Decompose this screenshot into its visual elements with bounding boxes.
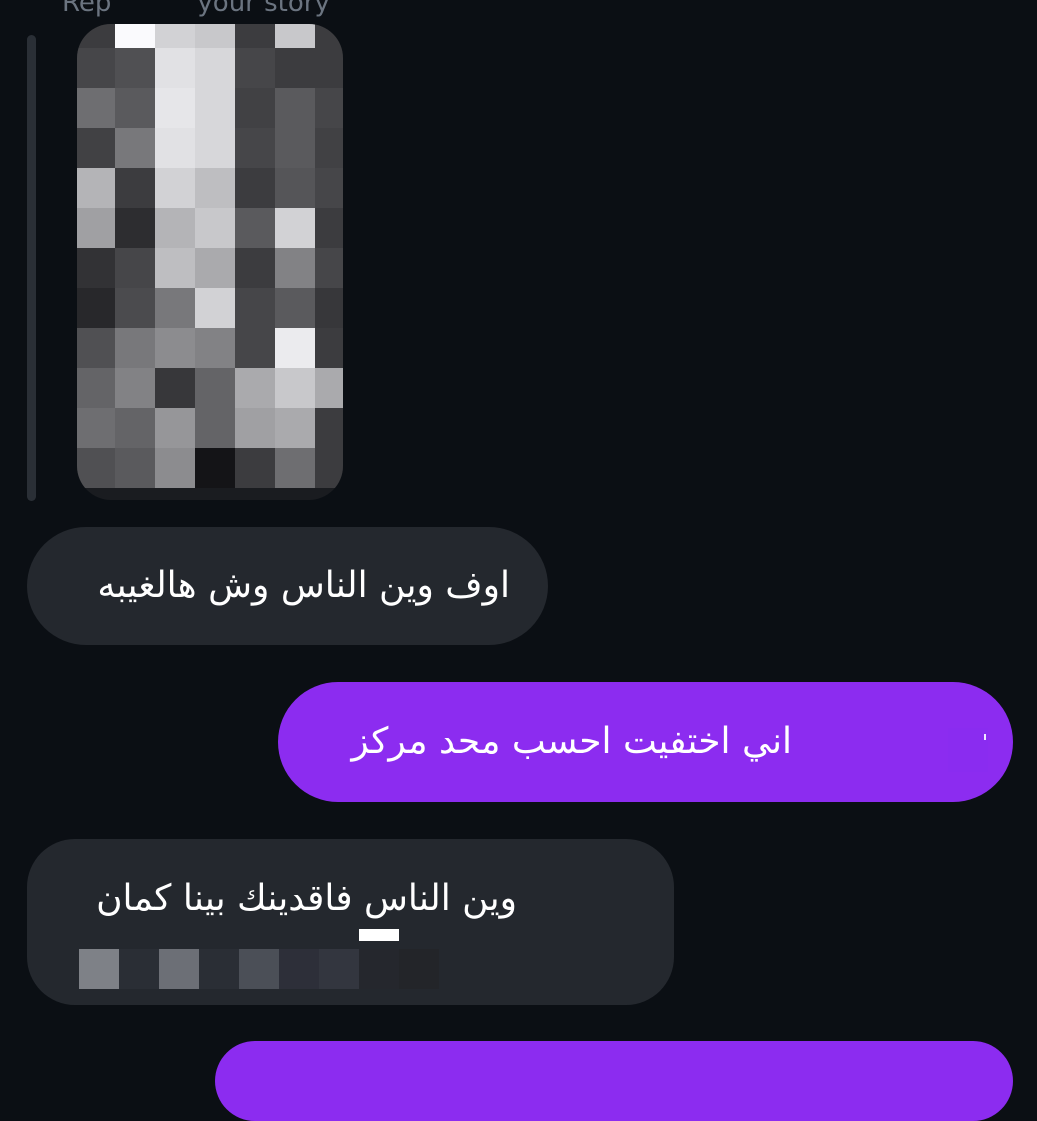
message-bubble-received[interactable]: اوف وين الناس وش هالغيبه [27, 527, 548, 645]
reply-header-prefix: Rep [62, 0, 112, 18]
redacted-block [79, 929, 439, 989]
reply-quote-bar [27, 35, 36, 501]
redacted-story-image-icon [77, 24, 343, 488]
message-bubble-sent[interactable]: اني اختفيت احسب محد مركز [278, 682, 1013, 802]
reply-to-story-header: Rep your story [62, 0, 330, 20]
message-text: وين الناس فاقدينك بينا كمان [96, 878, 517, 919]
story-thumbnail[interactable] [77, 24, 343, 500]
message-text: اني اختفيت احسب محد مركز [351, 721, 792, 762]
redacted-block [948, 728, 988, 772]
redacted-block [111, 0, 198, 15]
reply-header-suffix: your story [197, 0, 330, 18]
message-bubble-sent[interactable] [215, 1041, 1013, 1121]
message-bubble-received[interactable]: وين الناس فاقدينك بينا كمان [27, 839, 674, 1005]
message-text: اوف وين الناس وش هالغيبه [97, 565, 510, 606]
